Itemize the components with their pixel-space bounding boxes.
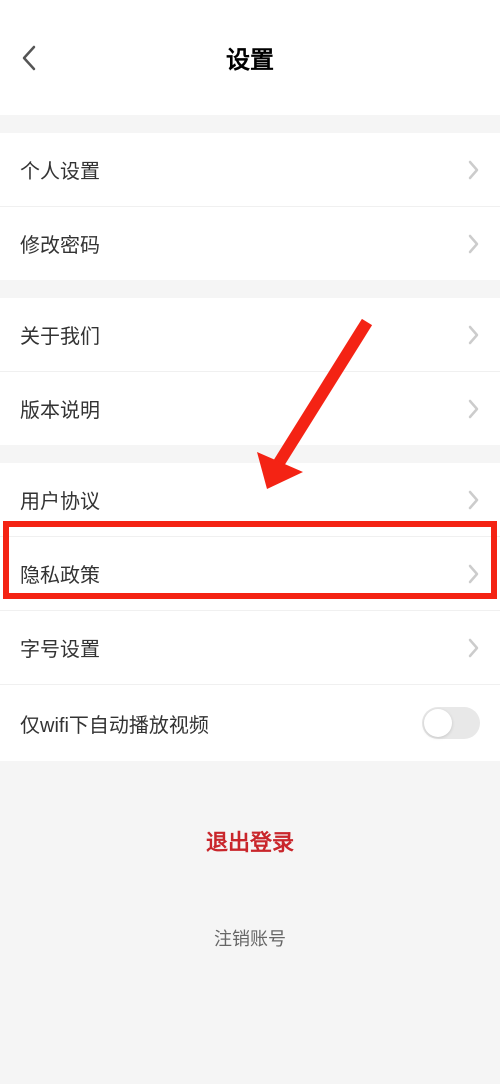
wifi-autoplay-toggle[interactable] (422, 707, 480, 739)
settings-group-3: 用户协议 隐私政策 字号设置 仅wifi下自动播放视频 (0, 463, 500, 761)
chevron-right-icon (468, 563, 480, 585)
item-wifi-autoplay[interactable]: 仅wifi下自动播放视频 (0, 685, 500, 761)
chevron-right-icon (468, 489, 480, 511)
item-font-size-label: 字号设置 (20, 633, 468, 662)
item-user-agreement[interactable]: 用户协议 (0, 463, 500, 537)
item-privacy-policy[interactable]: 隐私政策 (0, 537, 500, 611)
item-password[interactable]: 修改密码 (0, 207, 500, 280)
item-about[interactable]: 关于我们 (0, 298, 500, 372)
settings-group-2: 关于我们 版本说明 (0, 298, 500, 445)
settings-group-1: 个人设置 修改密码 (0, 133, 500, 280)
logout-button[interactable]: 退出登录 (0, 811, 500, 871)
chevron-right-icon (468, 324, 480, 346)
item-user-agreement-label: 用户协议 (20, 485, 468, 514)
chevron-right-icon (468, 637, 480, 659)
chevron-right-icon (468, 398, 480, 420)
chevron-right-icon (468, 159, 480, 181)
deactivate-account-button[interactable]: 注销账号 (0, 911, 500, 965)
item-font-size[interactable]: 字号设置 (0, 611, 500, 685)
item-version-label: 版本说明 (20, 394, 468, 423)
item-about-label: 关于我们 (20, 320, 468, 349)
item-version[interactable]: 版本说明 (0, 372, 500, 445)
item-wifi-autoplay-label: 仅wifi下自动播放视频 (20, 709, 422, 738)
header: 设置 (0, 0, 500, 115)
page-title: 设置 (226, 40, 274, 75)
chevron-right-icon (468, 233, 480, 255)
toggle-knob (424, 709, 452, 737)
item-profile-label: 个人设置 (20, 155, 468, 184)
item-privacy-policy-label: 隐私政策 (20, 559, 468, 588)
chevron-left-icon (20, 41, 40, 75)
item-profile[interactable]: 个人设置 (0, 133, 500, 207)
item-password-label: 修改密码 (20, 229, 468, 258)
back-button[interactable] (20, 41, 40, 75)
